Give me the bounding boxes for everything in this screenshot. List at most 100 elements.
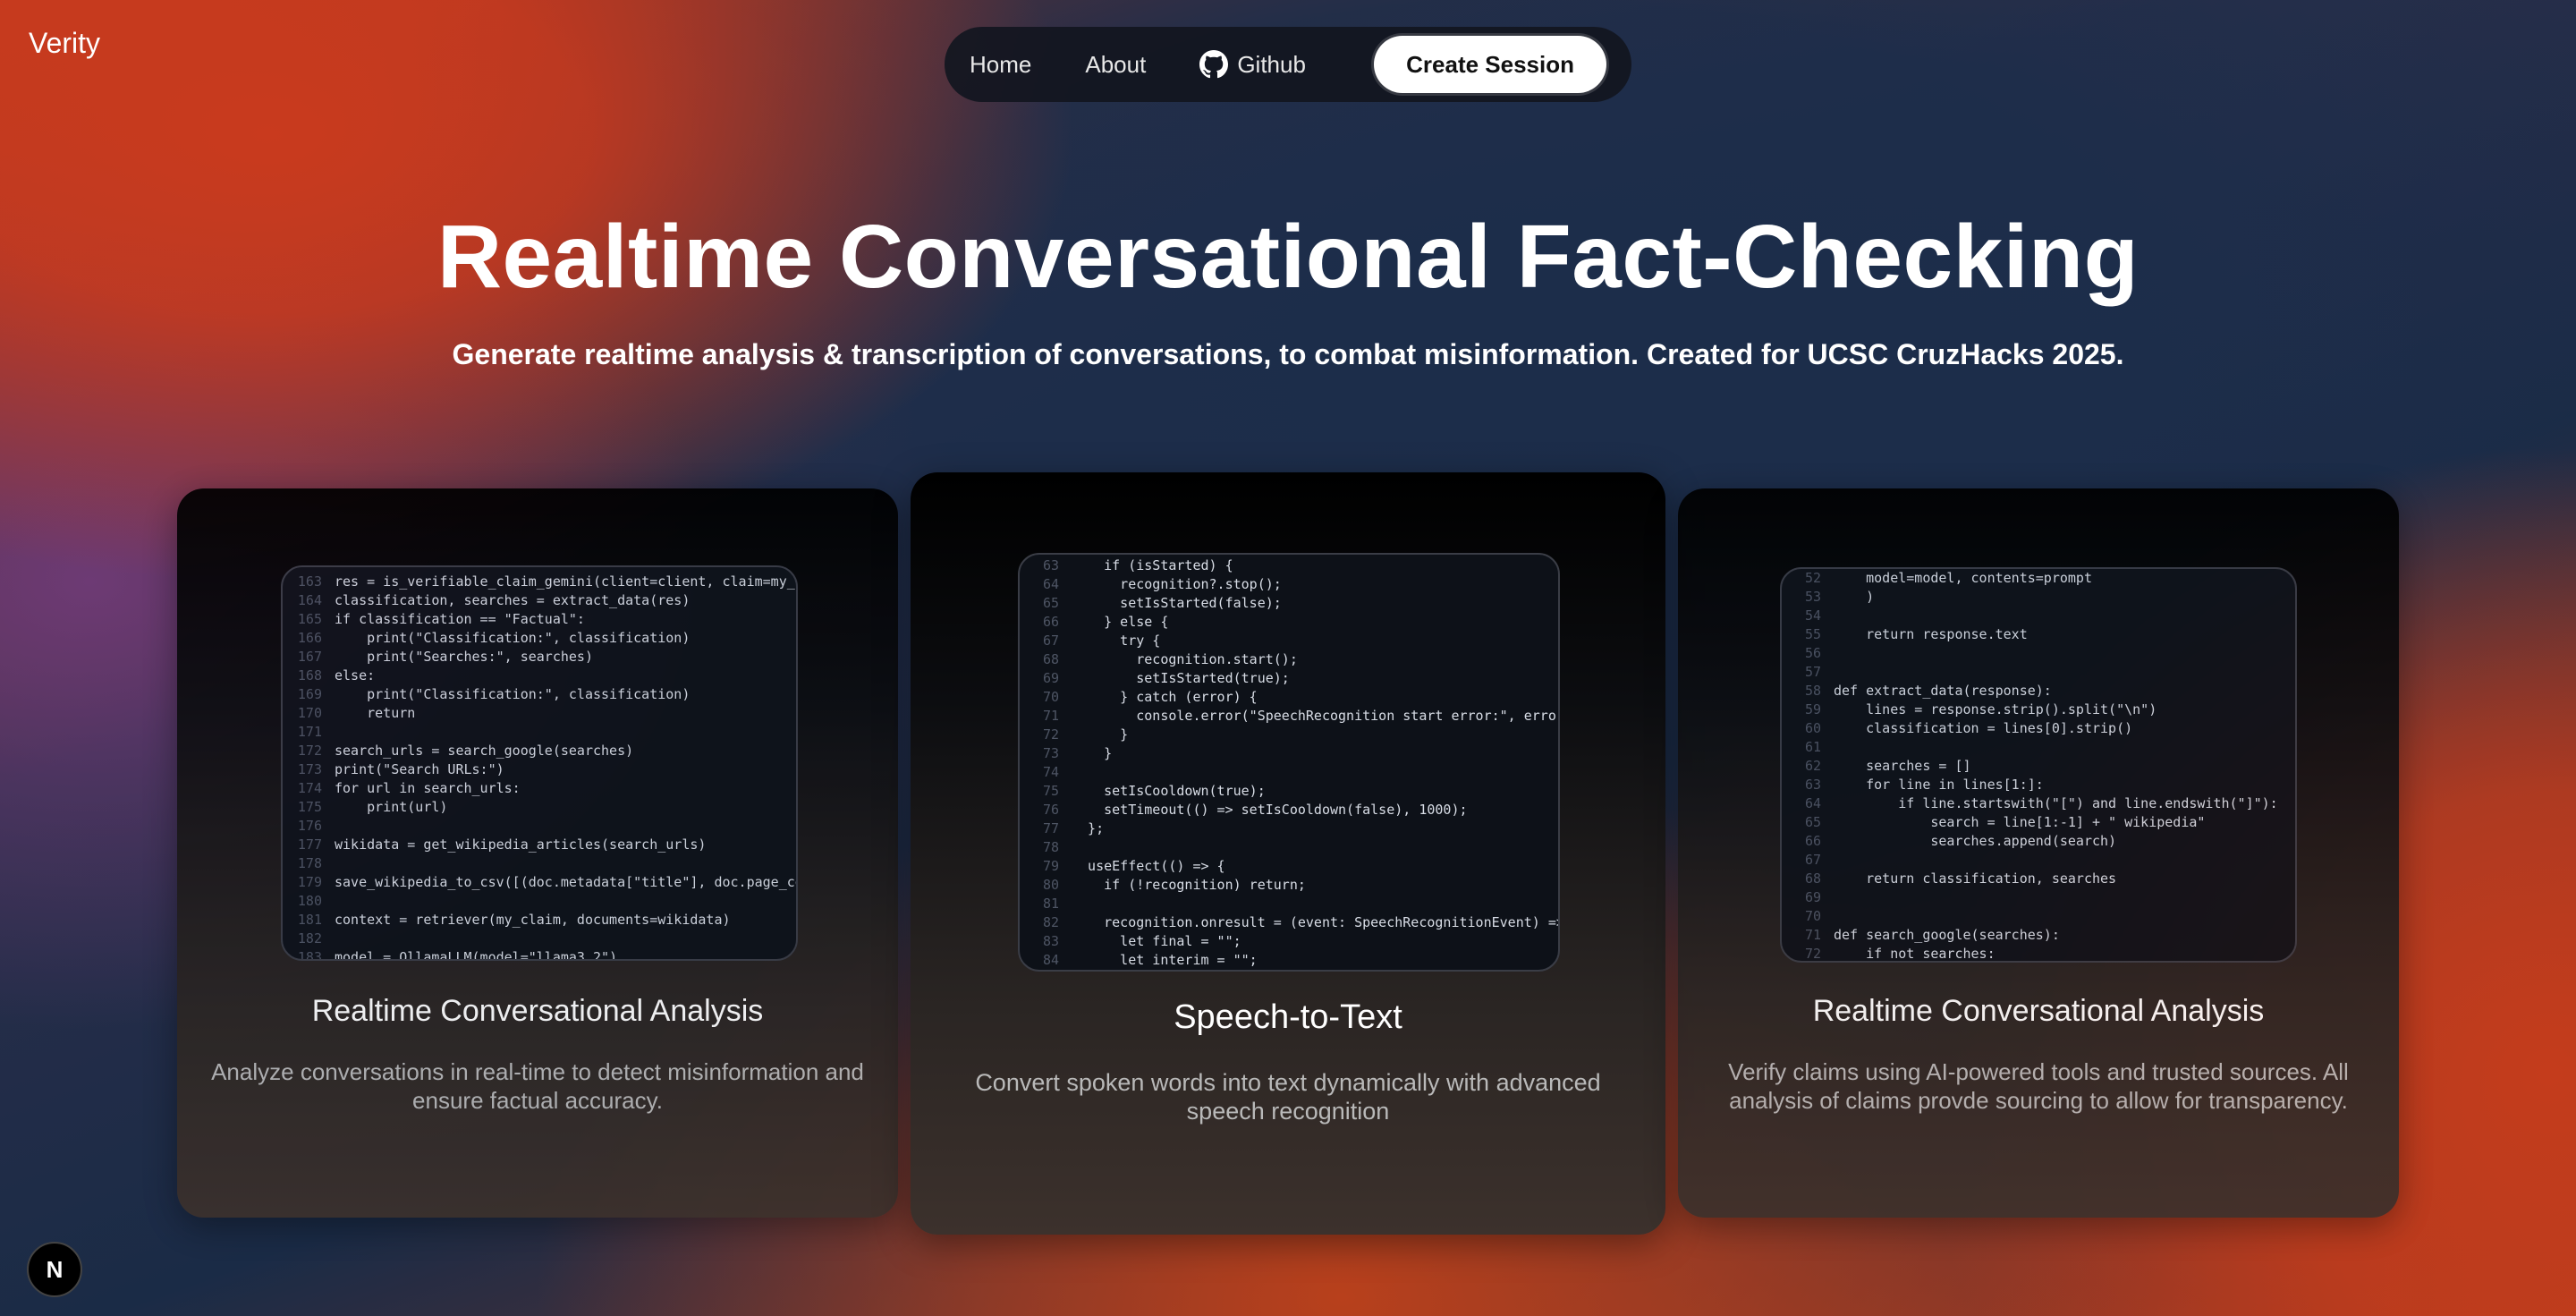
code-line: 68 recognition.start(); bbox=[1020, 650, 1558, 669]
nextjs-badge[interactable]: N bbox=[27, 1242, 82, 1297]
code-text: recognition.start(); bbox=[1072, 651, 1298, 667]
code-line: 69 setIsStarted(true); bbox=[1020, 669, 1558, 688]
code-text: print("Classification:", classification) bbox=[335, 686, 691, 702]
feature-card-speech[interactable]: 63 if (isStarted) {64 recognition?.stop(… bbox=[911, 472, 1665, 1235]
line-number: 179 bbox=[297, 874, 322, 890]
code-text: } bbox=[1072, 745, 1113, 761]
line-number: 72 bbox=[1042, 726, 1059, 743]
code-text: let final = ""; bbox=[1072, 933, 1241, 949]
code-line: 79 useEffect(() => { bbox=[1020, 857, 1558, 876]
line-number: 63 bbox=[1804, 777, 1821, 793]
code-text: if (isStarted) { bbox=[1072, 557, 1233, 573]
line-number: 83 bbox=[1042, 933, 1059, 949]
code-line: 54 bbox=[1782, 607, 2295, 625]
code-line: 76 setTimeout(() => setIsCooldown(false)… bbox=[1020, 801, 1558, 819]
code-text: print("Search URLs:") bbox=[335, 761, 504, 777]
feature-card-verification[interactable]: 52 model=model, contents=prompt 53 ) 54 55 … bbox=[1678, 488, 2399, 1218]
create-session-button[interactable]: Create Session bbox=[1374, 36, 1606, 93]
code-text: model = OllamaLLM(model="llama3.2") bbox=[335, 949, 618, 961]
feature-card-analysis[interactable]: 163 res = is_verifiable_claim_gemini(clie… bbox=[177, 488, 898, 1218]
code-line: 58 def extract_data(response): bbox=[1782, 682, 2295, 700]
line-number: 176 bbox=[297, 818, 322, 834]
code-line: 63 if (isStarted) { bbox=[1020, 556, 1558, 575]
nav-home-link[interactable]: Home bbox=[970, 51, 1031, 79]
code-text: model=model, contents=prompt bbox=[1834, 570, 2092, 586]
code-line: 179 save_wikipedia_to_csv([(doc.metadata[… bbox=[283, 873, 796, 892]
code-line: 164 classification, searches = extract_da… bbox=[283, 591, 796, 610]
card-title: Realtime Conversational Analysis bbox=[311, 994, 764, 1028]
code-text: search_urls = search_google(searches) bbox=[335, 743, 634, 759]
line-number: 65 bbox=[1804, 814, 1821, 830]
code-text: ) bbox=[1834, 589, 1875, 605]
line-number: 183 bbox=[297, 949, 322, 961]
code-line: 82 recognition.onresult = (event: Speech… bbox=[1020, 913, 1558, 932]
line-number: 63 bbox=[1042, 557, 1059, 573]
code-text: let interim = ""; bbox=[1072, 952, 1258, 968]
line-number: 81 bbox=[1042, 896, 1059, 912]
code-line: 52 model=model, contents=prompt bbox=[1782, 569, 2295, 588]
code-preview: 163 res = is_verifiable_claim_gemini(clie… bbox=[281, 565, 798, 961]
line-number: 69 bbox=[1042, 670, 1059, 686]
code-text: res = is_verifiable_claim_gemini(client=… bbox=[335, 573, 795, 590]
card-title: Speech-to-Text bbox=[1174, 998, 1402, 1036]
code-line: 72 } bbox=[1020, 726, 1558, 744]
code-text: } else { bbox=[1072, 614, 1169, 630]
code-line: 85 bbox=[1020, 970, 1558, 972]
code-line: 65 setIsStarted(false); bbox=[1020, 594, 1558, 613]
code-line: 64 recognition?.stop(); bbox=[1020, 575, 1558, 594]
nav-github-link[interactable]: Github bbox=[1199, 50, 1306, 79]
code-text: if not searches: bbox=[1834, 946, 1996, 962]
line-number: 177 bbox=[297, 836, 322, 853]
brand-logo[interactable]: Verity bbox=[29, 27, 100, 60]
code-line: 55 return response.text bbox=[1782, 625, 2295, 644]
line-number: 62 bbox=[1804, 758, 1821, 774]
top-nav: Home About Github Create Session bbox=[945, 27, 1631, 102]
code-text: else: bbox=[335, 667, 376, 683]
line-number: 172 bbox=[297, 743, 322, 759]
code-line: 168 else: bbox=[283, 666, 796, 685]
line-number: 52 bbox=[1804, 570, 1821, 586]
code-line: 174 for url in search_urls: bbox=[283, 779, 796, 798]
code-line: 67 try { bbox=[1020, 632, 1558, 650]
code-text: for url in search_urls: bbox=[335, 780, 521, 796]
code-text: recognition.onresult = (event: SpeechRec… bbox=[1072, 914, 1560, 930]
code-text: recognition?.stop(); bbox=[1072, 576, 1282, 592]
code-line: 53 ) bbox=[1782, 588, 2295, 607]
code-text: classification, searches = extract_data(… bbox=[335, 592, 691, 608]
line-number: 61 bbox=[1804, 739, 1821, 755]
line-number: 76 bbox=[1042, 802, 1059, 818]
code-line: 165 if classification == "Factual": bbox=[283, 610, 796, 629]
github-icon bbox=[1199, 50, 1229, 79]
code-line: 182 bbox=[283, 930, 796, 948]
code-line: 64 if line.startswith("[") and line.ends… bbox=[1782, 794, 2295, 813]
code-text: setIsStarted(true); bbox=[1072, 670, 1290, 686]
code-preview: 52 model=model, contents=prompt 53 ) 54 55 … bbox=[1780, 567, 2297, 963]
line-number: 69 bbox=[1804, 889, 1821, 905]
line-number: 60 bbox=[1804, 720, 1821, 736]
code-preview: 63 if (isStarted) {64 recognition?.stop(… bbox=[1018, 553, 1560, 972]
code-line: 169 print("Classification:", classificat… bbox=[283, 685, 796, 704]
code-line: 175 print(url) bbox=[283, 798, 796, 817]
code-line: 65 search = line[1:-1] + " wikipedia" bbox=[1782, 813, 2295, 832]
card-description: Analyze conversations in real-time to de… bbox=[211, 1058, 864, 1114]
code-text: useEffect(() => { bbox=[1072, 858, 1225, 874]
code-line: 61 bbox=[1782, 738, 2295, 757]
line-number: 66 bbox=[1804, 833, 1821, 849]
code-line: 170 return bbox=[283, 704, 796, 723]
code-line: 173 print("Search URLs:") bbox=[283, 760, 796, 779]
nav-about-link[interactable]: About bbox=[1085, 51, 1146, 79]
line-number: 180 bbox=[297, 893, 322, 909]
code-line: 183 model = OllamaLLM(model="llama3.2") bbox=[283, 948, 796, 961]
line-number: 72 bbox=[1804, 946, 1821, 962]
card-description: Convert spoken words into text dynamical… bbox=[975, 1069, 1601, 1125]
code-line: 171 bbox=[283, 723, 796, 742]
code-text: wikidata = get_wikipedia_articles(search… bbox=[335, 836, 707, 853]
code-text: } catch (error) { bbox=[1072, 689, 1258, 705]
line-number: 75 bbox=[1042, 783, 1059, 799]
code-text: return bbox=[335, 705, 416, 721]
code-text: console.error("SpeechRecognition start e… bbox=[1072, 708, 1560, 724]
code-line: 56 bbox=[1782, 644, 2295, 663]
code-line: 66 searches.append(search) bbox=[1782, 832, 2295, 851]
line-number: 58 bbox=[1804, 683, 1821, 699]
code-line: 62 searches = [] bbox=[1782, 757, 2295, 776]
